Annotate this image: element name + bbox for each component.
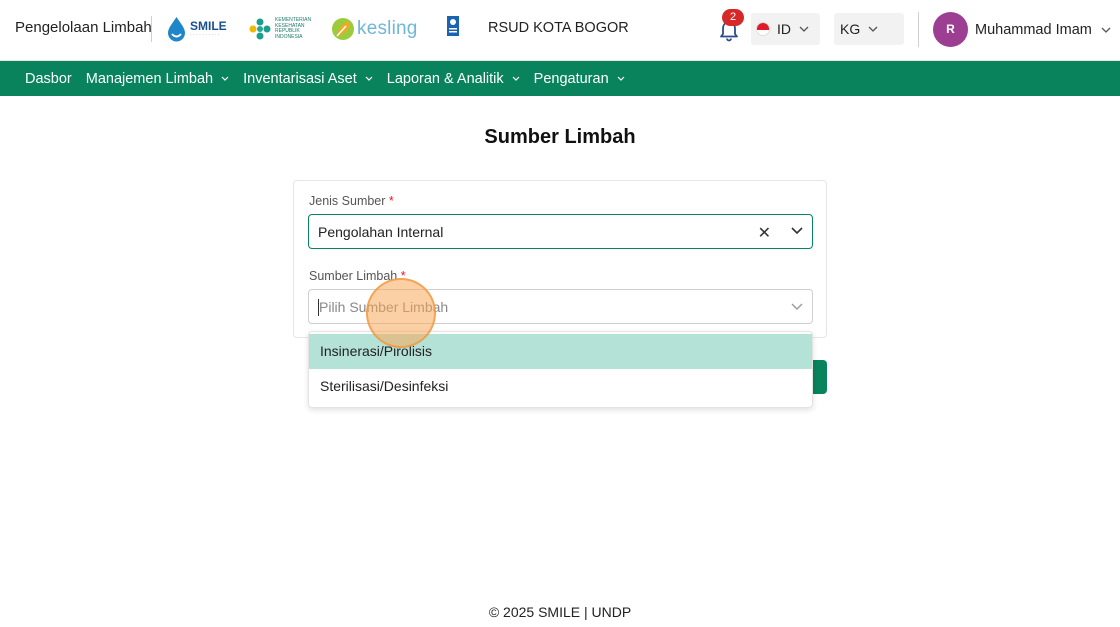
chevron-down-icon[interactable] — [791, 227, 803, 234]
language-value: ID — [777, 21, 791, 37]
dropdown-option-insinerasi[interactable]: Insinerasi/Pirolisis — [309, 334, 812, 369]
dropdown-option-sterilisasi[interactable]: Sterilisasi/Desinfeksi — [309, 369, 812, 404]
nav-item-label: Manajemen Limbah — [85, 70, 214, 87]
unit-selector[interactable]: KG — [834, 13, 904, 45]
clear-icon[interactable]: ✕ — [758, 223, 771, 243]
chevron-down-icon — [868, 26, 878, 32]
nav-item-label: Inventarisasi Aset — [243, 70, 357, 87]
jenis-sumber-select[interactable]: Pengolahan Internal ✕ — [308, 214, 813, 249]
undp-emblem-icon — [447, 16, 459, 36]
sumber-limbah-select[interactable]: Pilih Sumber Limbah — [308, 289, 813, 324]
page-title: Sumber Limbah — [484, 126, 636, 148]
sumber-limbah-dropdown: Insinerasi/Pirolisis Sterilisasi/Desinfe… — [308, 331, 813, 408]
kemenkes-logo: KEMENTERIAN KESEHATAN REPUBLIK INDONESIA — [248, 14, 312, 44]
sumber-limbah-label: Sumber Limbah * — [309, 269, 406, 283]
header-divider — [918, 12, 919, 47]
header-divider — [151, 16, 152, 42]
nav-item-dasbor[interactable]: Dasbor — [25, 71, 72, 87]
main-nav: Dasbor Manajemen Limbah Inventarisasi As… — [0, 61, 1120, 96]
smile-drop-icon — [168, 16, 185, 41]
nav-item-label: Pengaturan — [533, 70, 609, 87]
footer-text: © 2025 SMILE | UNDP — [488, 604, 632, 620]
chevron-down-icon[interactable] — [791, 303, 803, 310]
nav-item-laporan-analitik[interactable]: Laporan & Analitik — [387, 71, 520, 87]
required-marker: * — [388, 194, 394, 208]
smile-logo-text: SMILE — [190, 19, 227, 33]
required-marker: * — [400, 269, 406, 283]
top-header: Pengelolaan Limbah SMILE · · · · · · · ·… — [0, 0, 1120, 61]
nav-item-label: Laporan & Analitik — [386, 70, 504, 87]
jenis-sumber-label: Jenis Sumber * — [309, 194, 394, 208]
nav-item-inventarisasi-aset[interactable]: Inventarisasi Aset — [243, 71, 373, 87]
unit-value: KG — [840, 21, 861, 37]
kesling-logo-text: kesling — [357, 18, 418, 39]
sumber-limbah-placeholder: Pilih Sumber Limbah — [319, 299, 449, 315]
indonesia-flag-icon — [756, 22, 770, 36]
chevron-down-icon — [1101, 27, 1111, 33]
kesling-logo: kesling — [331, 14, 418, 44]
smile-logo-subtext: · · · · · · · · · · — [190, 32, 220, 38]
user-name: Muhammad Imam — [975, 21, 1092, 38]
hospital-name: RSUD KOTA BOGOR — [488, 20, 629, 36]
chevron-down-icon — [365, 76, 373, 81]
notification-badge: 2 — [722, 9, 744, 26]
avatar: R — [933, 12, 968, 47]
language-selector[interactable]: ID — [751, 13, 820, 45]
kemenkes-emblem-icon — [249, 18, 271, 40]
jenis-sumber-value: Pengolahan Internal — [318, 224, 444, 240]
user-menu[interactable]: R Muhammad Imam — [933, 12, 1111, 47]
app-title: Pengelolaan Limbah — [15, 19, 152, 36]
kesling-leaf-icon — [332, 18, 354, 40]
nav-item-label: Dasbor — [25, 70, 72, 87]
submit-button[interactable] — [812, 360, 827, 394]
chevron-down-icon — [799, 26, 809, 32]
nav-item-manajemen-limbah[interactable]: Manajemen Limbah — [86, 71, 229, 87]
chevron-down-icon — [221, 76, 229, 81]
kemenkes-logo-text: KEMENTERIAN KESEHATAN REPUBLIK INDONESIA — [275, 17, 312, 40]
smile-logo: SMILE · · · · · · · · · · — [166, 14, 227, 44]
undp-logo — [447, 14, 459, 44]
nav-item-pengaturan[interactable]: Pengaturan — [534, 71, 625, 87]
chevron-down-icon — [512, 76, 520, 81]
chevron-down-icon — [617, 76, 625, 81]
